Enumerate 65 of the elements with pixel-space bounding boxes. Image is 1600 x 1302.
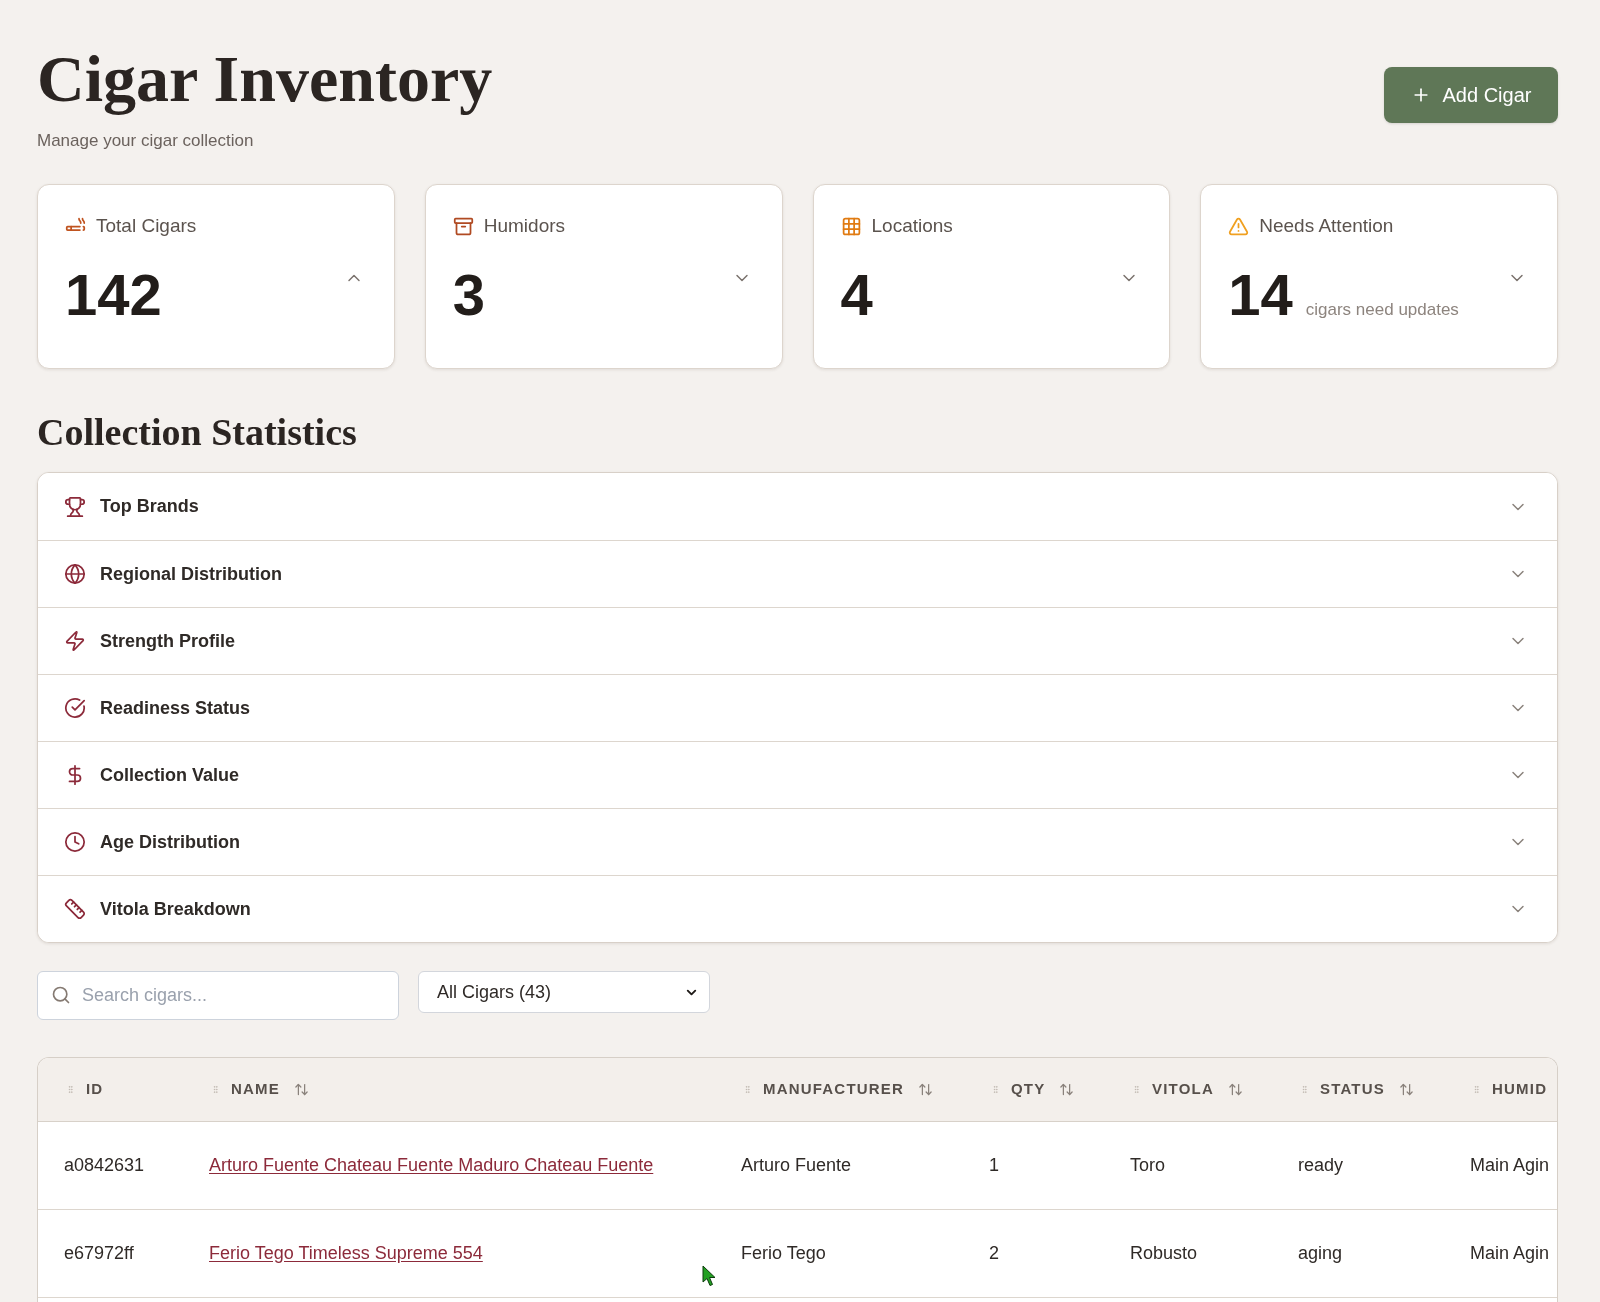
check-circle-icon [64, 697, 86, 719]
add-cigar-button[interactable]: Add Cigar [1384, 67, 1558, 123]
column-header[interactable]: QTY [1011, 1078, 1046, 1101]
stat-value: 142 [65, 266, 162, 324]
mouse-cursor-icon [702, 1265, 716, 1287]
table-cell: Robusto [1130, 1243, 1198, 1263]
table-cell: Main Agin [1470, 1155, 1550, 1175]
stat-label: Total Cigars [96, 214, 197, 238]
drag-handle-icon[interactable] [991, 1083, 1000, 1096]
column-header[interactable]: STATUS [1320, 1078, 1385, 1101]
clock-icon [64, 831, 86, 853]
stat-value: 14 [1228, 266, 1293, 324]
table-cell: Ferio Tego [741, 1243, 826, 1263]
stat-note: cigars need updates [1305, 299, 1459, 321]
sort-icon[interactable] [918, 1082, 934, 1097]
column-header[interactable]: VITOLA [1152, 1078, 1214, 1101]
stat-label: Humidors [483, 214, 566, 238]
archive-box-icon [452, 215, 474, 237]
ruler-icon [64, 898, 86, 920]
stat-section-header[interactable]: Top Brands [38, 473, 1557, 540]
table-cell: 1 [989, 1155, 999, 1175]
drag-handle-icon[interactable] [66, 1083, 75, 1096]
table-cell: Main Agin [1470, 1243, 1550, 1263]
page-subtitle: Manage your cigar collection [37, 130, 255, 152]
lightning-icon [64, 630, 86, 652]
table-cell: 2 [989, 1243, 999, 1263]
warning-icon [1228, 215, 1250, 237]
stat-value: 3 [452, 266, 485, 324]
stat-label: Needs Attention [1259, 214, 1394, 238]
cigar-name-link[interactable]: Ferio Tego Timeless Supreme 554 [209, 1243, 483, 1263]
sort-icon[interactable] [1227, 1082, 1243, 1097]
table-cell: a0842631 [64, 1155, 145, 1175]
stat-section-header[interactable]: Vitola Breakdown [38, 875, 1557, 942]
drag-handle-icon[interactable] [743, 1083, 752, 1096]
grid-icon [840, 215, 862, 237]
table-cell: Toro [1130, 1155, 1165, 1175]
search-icon [51, 985, 71, 1005]
drag-handle-icon[interactable] [211, 1083, 220, 1096]
table-cell: e67972ff [64, 1243, 134, 1263]
trophy-icon [64, 495, 86, 518]
stat-section-header[interactable]: Age Distribution [38, 808, 1557, 875]
column-header[interactable]: ID [86, 1078, 104, 1101]
stat-label: Locations [871, 214, 953, 238]
search-field[interactable]: Search cigars... [37, 971, 399, 1020]
stat-section-header[interactable]: Collection Value [38, 741, 1557, 808]
drag-handle-icon[interactable] [1132, 1083, 1141, 1096]
table-cell: aging [1298, 1243, 1343, 1263]
stat-section-header[interactable]: Strength Profile [38, 607, 1557, 674]
column-header[interactable]: MANUFACTURER [763, 1078, 905, 1101]
globe-icon [64, 563, 86, 585]
table-cell: Arturo Fuente [741, 1155, 852, 1175]
cigar-name-link[interactable]: Arturo Fuente Chateau Fuente Maduro Chateau Fuente [209, 1155, 654, 1175]
stat-value: 4 [840, 266, 873, 324]
sort-icon[interactable] [1059, 1082, 1075, 1097]
drag-handle-icon[interactable] [1300, 1083, 1309, 1096]
stat-section-header[interactable]: Readiness Status [38, 674, 1557, 741]
sort-icon[interactable] [1399, 1082, 1414, 1097]
section-title: Collection Statistics [37, 413, 358, 451]
sort-icon[interactable] [293, 1082, 309, 1097]
column-header[interactable]: HUMID [1492, 1078, 1548, 1101]
stat-section-header[interactable]: Regional Distribution [38, 540, 1557, 607]
drag-handle-icon[interactable] [1472, 1083, 1481, 1096]
table-cell: ready [1298, 1155, 1344, 1175]
column-header[interactable]: NAME [231, 1078, 280, 1101]
filter-select[interactable]: All Cigars (43) [418, 971, 710, 1013]
